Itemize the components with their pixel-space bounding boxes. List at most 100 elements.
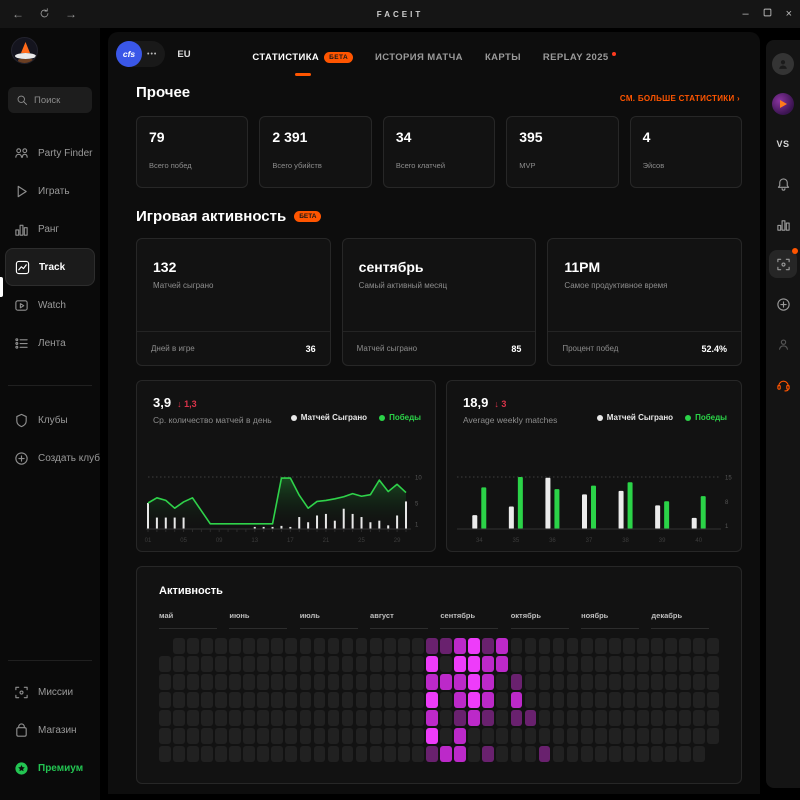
friends-icon[interactable] <box>769 330 797 358</box>
heatmap-cell <box>595 692 607 708</box>
heatmap-cell <box>567 674 579 690</box>
missions-rail-icon[interactable] <box>769 250 797 278</box>
heatmap-cell <box>693 746 705 762</box>
heatmap-cell <box>201 710 213 726</box>
heatmap-cell <box>707 656 719 672</box>
heatmap-cell <box>243 656 255 672</box>
heatmap-cell <box>342 656 354 672</box>
search-box[interactable] <box>8 87 92 113</box>
stat-card-aces: 4 Эйсов <box>630 116 742 188</box>
heatmap-cell <box>300 746 312 762</box>
minimize-button[interactable]: – <box>742 9 748 20</box>
sidebar-item-play[interactable]: Играть <box>0 172 100 210</box>
stat-card-clutches: 34 Всего клатчей <box>383 116 495 188</box>
heatmap-cell <box>229 710 241 726</box>
heatmap-cell <box>314 692 326 708</box>
profile-avatar[interactable] <box>769 50 797 78</box>
heatmap-cell <box>679 674 691 690</box>
versus-button[interactable]: VS <box>769 130 797 158</box>
heatmap-cell <box>567 746 579 762</box>
heatmap-cell <box>651 746 663 762</box>
sidebar-item-track[interactable]: Track <box>5 248 95 286</box>
search-input[interactable] <box>34 95 84 106</box>
tab-statistics[interactable]: СТАТИСТИКА БЕТА <box>252 52 353 63</box>
sidebar-item-party-finder[interactable]: Party Finder <box>0 134 100 172</box>
heatmap-cell <box>440 638 452 654</box>
sidebar-item-rank[interactable]: Ранг <box>0 210 100 248</box>
leaderboard-icon[interactable] <box>769 210 797 238</box>
heatmap-cell <box>356 728 368 744</box>
heatmap-cell <box>637 692 649 708</box>
heatmap-cell <box>412 692 424 708</box>
avatar-person-icon <box>772 53 794 75</box>
heatmap-cell <box>285 692 297 708</box>
sidebar-item-shop[interactable]: Магазин <box>0 711 100 749</box>
see-more-stats-link[interactable]: СМ. БОЛЬШЕ СТАТИСТИКИ › <box>620 94 740 103</box>
sidebar-item-premium[interactable]: Премиум <box>0 749 100 787</box>
heatmap-cell <box>539 674 551 690</box>
heatmap-cell <box>539 656 551 672</box>
heatmap-cell <box>201 728 213 744</box>
game-icon[interactable] <box>769 90 797 118</box>
heatmap-cell <box>496 728 508 744</box>
tab-replay[interactable]: REPLAY 2025 <box>543 52 616 63</box>
heatmap-cell <box>525 710 537 726</box>
heatmap-cell <box>609 656 621 672</box>
tab-match-history[interactable]: ИСТОРИЯ МАТЧА <box>375 52 463 63</box>
maximize-button[interactable] <box>763 8 772 20</box>
heatmap-cell <box>201 674 213 690</box>
heatmap-cell <box>215 692 227 708</box>
heatmap-month-label: август <box>370 611 428 629</box>
heatmap-cell <box>243 728 255 744</box>
heatmap-cell <box>300 692 312 708</box>
heatmap-cell <box>482 710 494 726</box>
legend-wins: Победы <box>685 413 727 422</box>
white-dot-icon <box>291 415 297 421</box>
heatmap-cell <box>173 656 185 672</box>
notifications-bell-icon[interactable] <box>769 170 797 198</box>
heatmap-cell <box>581 674 593 690</box>
heatmap-month-label: май <box>159 611 217 629</box>
sidebar-item-feed[interactable]: Лента <box>0 324 100 362</box>
sidebar-item-create-club[interactable]: Создать клуб <box>0 439 100 477</box>
heatmap-cell <box>370 656 382 672</box>
left-sidebar: Party Finder Играть Ранг Track Watch <box>0 28 100 800</box>
heatmap-cell <box>159 692 171 708</box>
heatmap-cell <box>229 638 241 654</box>
legend-matches: Матчей Сыграно <box>291 413 367 422</box>
heatmap-cell <box>159 728 171 744</box>
svg-text:37: 37 <box>586 538 593 544</box>
heatmap-cell <box>482 692 494 708</box>
heatmap-cell <box>595 674 607 690</box>
heatmap-cell <box>454 674 466 690</box>
heatmap-cell <box>496 674 508 690</box>
sidebar-item-watch[interactable]: Watch <box>0 286 100 324</box>
heatmap-cell <box>187 638 199 654</box>
heatmap-cell <box>609 746 621 762</box>
svg-text:35: 35 <box>513 538 520 544</box>
heatmap-cell <box>412 728 424 744</box>
heatmap-cell <box>482 638 494 654</box>
add-rail-icon[interactable] <box>769 290 797 318</box>
voice-headset-icon[interactable] <box>769 370 797 398</box>
heatmap-cell <box>553 638 565 654</box>
heatmap-cell <box>539 728 551 744</box>
heatmap-cell <box>637 656 649 672</box>
heatmap-cell <box>567 710 579 726</box>
heatmap-cell <box>623 656 635 672</box>
missions-icon <box>14 685 29 700</box>
heatmap-cell <box>159 638 171 654</box>
heatmap-cell <box>707 728 719 744</box>
heatmap-cell <box>679 692 691 708</box>
flame-icon <box>21 42 30 53</box>
heatmap-cell <box>229 674 241 690</box>
sidebar-item-missions[interactable]: Миссии <box>0 673 100 711</box>
faceit-logo[interactable] <box>11 37 38 64</box>
close-button[interactable]: × <box>786 9 792 20</box>
svg-text:38: 38 <box>622 538 629 544</box>
heatmap-cell <box>201 692 213 708</box>
sidebar-item-clubs[interactable]: Клубы <box>0 401 100 439</box>
heatmap-cell <box>496 638 508 654</box>
tab-maps[interactable]: КАРТЫ <box>485 52 521 63</box>
heatmap-cell <box>553 656 565 672</box>
